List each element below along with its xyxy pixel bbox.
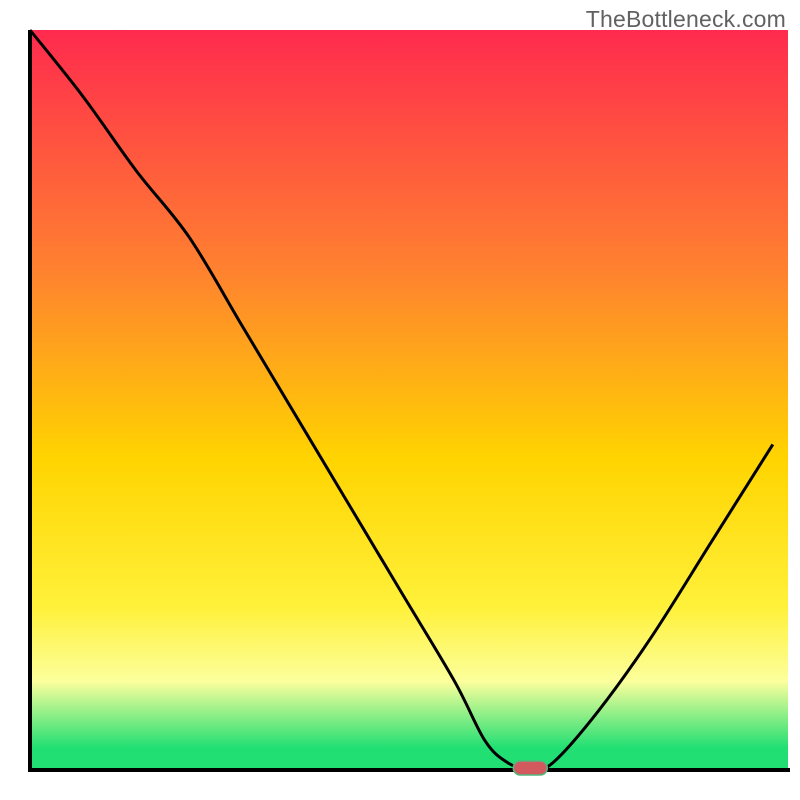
- chart-svg: [0, 0, 800, 800]
- plot-background: [30, 30, 788, 770]
- bottleneck-chart: TheBottleneck.com: [0, 0, 800, 800]
- watermark: TheBottleneck.com: [586, 6, 786, 33]
- optimal-marker: [513, 761, 547, 775]
